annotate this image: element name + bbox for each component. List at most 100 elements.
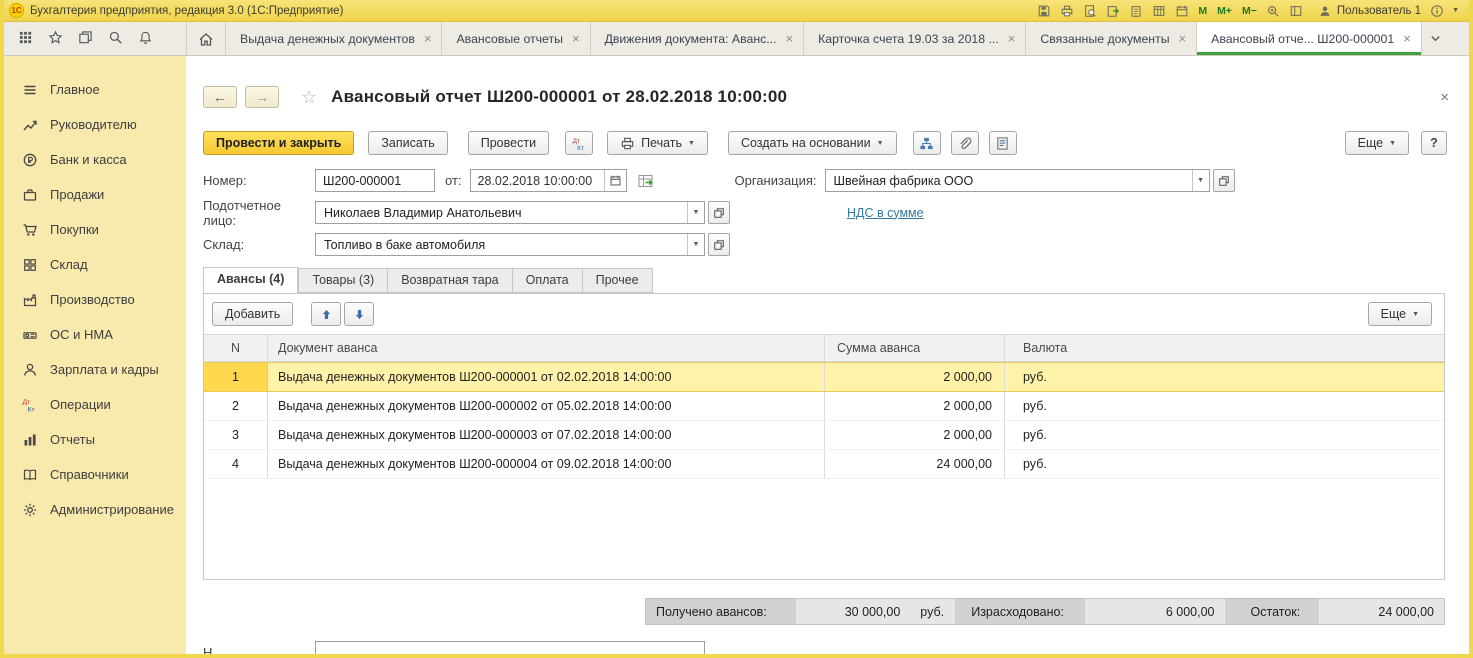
dt-kt-button[interactable]: Дт Кт [565, 131, 594, 155]
help-button[interactable]: ? [1421, 131, 1447, 155]
grid-more-button[interactable]: Еще ▼ [1367, 302, 1432, 326]
dropdown-caret-icon[interactable]: ▼ [1191, 170, 1209, 191]
memory-m-button[interactable]: М [1197, 5, 1208, 17]
panels-icon[interactable] [1289, 3, 1304, 18]
tab-account-card[interactable]: Карточка счета 19.03 за 2018 ... × [804, 22, 1027, 55]
send-icon[interactable] [1105, 3, 1120, 18]
preview-icon[interactable] [1082, 3, 1097, 18]
tabbar: Выдача денежных документов × Авансовые о… [4, 22, 1469, 56]
add-row-button[interactable]: Добавить [212, 302, 294, 326]
back-button[interactable]: ← [203, 86, 237, 108]
sidebar-item-main[interactable]: Главное [4, 72, 186, 107]
home-tab[interactable] [186, 22, 226, 55]
tab-close-icon[interactable]: × [424, 32, 432, 45]
column-header-currency[interactable]: Валюта [1005, 335, 1444, 361]
dropdown-caret-icon[interactable]: ▼ [687, 234, 704, 255]
more-button[interactable]: Еще ▼ [1344, 131, 1409, 155]
sidebar-item-label: Администрирование [50, 502, 174, 517]
apps-menu-icon[interactable] [18, 30, 33, 48]
column-header-amount[interactable]: Сумма аванса [825, 335, 1005, 361]
sidebar-item-warehouse[interactable]: Склад [4, 247, 186, 282]
organization-field[interactable]: Швейная фабрика ООО ▼ [824, 169, 1235, 192]
sidebar-item-operations[interactable]: Дт Кт Операции [4, 387, 186, 422]
tab-related-documents[interactable]: Связанные документы × [1026, 22, 1198, 55]
info-icon[interactable] [1429, 3, 1444, 18]
forward-button[interactable]: → [245, 86, 279, 108]
sidebar-item-references[interactable]: Справочники [4, 457, 186, 492]
sidebar-item-payroll-hr[interactable]: Зарплата и кадры [4, 352, 186, 387]
tab-advance-report-active[interactable]: Авансовый отче... Ш200-000001 × [1197, 22, 1422, 55]
tab-goods[interactable]: Товары (3) [298, 268, 388, 293]
sidebar-item-administration[interactable]: Администрирование [4, 492, 186, 527]
notifications-bell-icon[interactable] [138, 30, 153, 48]
tab-close-icon[interactable]: × [1179, 32, 1187, 45]
person-label: Подотчетное лицо: [203, 197, 281, 228]
tab-close-icon[interactable]: × [786, 32, 794, 45]
date-field[interactable]: 28.02.2018 10:00:00 [469, 169, 627, 192]
move-down-button[interactable] [344, 302, 375, 326]
print-button[interactable]: Печать ▼ [607, 131, 708, 155]
number-field[interactable]: Ш200-000001 [315, 169, 435, 192]
organization-label: Организация: [734, 173, 817, 188]
vat-in-amount-link[interactable]: НДС в сумме [847, 206, 924, 220]
write-button[interactable]: Записать [368, 131, 448, 155]
sidebar-item-fixed-assets[interactable]: ОС и НМА [4, 317, 186, 352]
sidebar-item-production[interactable]: Производство [4, 282, 186, 317]
tab-payment[interactable]: Оплата [511, 268, 582, 293]
column-header-document[interactable]: Документ аванса [268, 335, 825, 361]
warehouse-field[interactable]: Топливо в баке автомобиля ▼ [315, 233, 730, 256]
tab-list-chevron-icon[interactable] [1422, 22, 1449, 55]
reports-button[interactable] [988, 131, 1017, 155]
tab-close-icon[interactable]: × [1008, 32, 1016, 45]
close-form-icon[interactable]: × [1436, 89, 1453, 106]
open-button[interactable] [1212, 169, 1235, 192]
current-user[interactable]: Пользователь 1 [1318, 3, 1421, 18]
table-row[interactable]: 3 Выдача денежных документов Ш200-000003… [204, 421, 1444, 450]
tab-close-icon[interactable]: × [572, 32, 580, 45]
attachments-button[interactable] [950, 131, 979, 155]
sidebar-item-reports[interactable]: Отчеты [4, 422, 186, 457]
sidebar-item-sales[interactable]: Продажи [4, 177, 186, 212]
table-icon[interactable] [1151, 3, 1166, 18]
table-row[interactable]: 1 Выдача денежных документов Ш200-000001… [204, 362, 1444, 392]
tab-returnable-packaging[interactable]: Возвратная тара [387, 268, 512, 293]
tab-other[interactable]: Прочее [581, 268, 653, 293]
calendar-icon[interactable] [1174, 3, 1189, 18]
post-button[interactable]: Провести [467, 131, 550, 155]
memory-mplus-button[interactable]: М+ [1216, 5, 1233, 17]
sidebar-item-manager[interactable]: Руководителю [4, 107, 186, 142]
column-header-n[interactable]: N [204, 335, 268, 361]
post-and-close-button[interactable]: Провести и закрыть [203, 131, 355, 155]
open-file-icon[interactable] [1128, 3, 1143, 18]
calendar-picker-icon[interactable] [603, 170, 626, 191]
history-icon[interactable] [78, 30, 93, 48]
table-row[interactable]: 2 Выдача денежных документов Ш200-000002… [204, 392, 1444, 421]
tab-cash-documents[interactable]: Выдача денежных документов × [226, 22, 443, 55]
person-field[interactable]: Николаев Владимир Анатольевич ▼ [315, 201, 730, 224]
tab-advance-reports[interactable]: Авансовые отчеты × [442, 22, 591, 55]
zoom-icon[interactable] [1266, 3, 1281, 18]
favorites-star-icon[interactable] [48, 30, 63, 48]
sidebar-item-purchases[interactable]: Покупки [4, 212, 186, 247]
info-caret-icon[interactable]: ▼ [1452, 7, 1459, 14]
tab-advances[interactable]: Авансы (4) [203, 267, 299, 294]
move-up-button[interactable] [311, 302, 342, 326]
clipped-field-input[interactable] [315, 641, 705, 654]
factory-icon [23, 293, 37, 306]
search-icon[interactable] [108, 30, 123, 48]
ruble-coin-icon [23, 153, 37, 166]
dropdown-caret-icon[interactable]: ▼ [687, 202, 704, 223]
table-row[interactable]: 4 Выдача денежных документов Ш200-000004… [204, 450, 1444, 479]
memory-mminus-button[interactable]: М− [1241, 5, 1258, 17]
sidebar-item-bank-cash[interactable]: Банк и касса [4, 142, 186, 177]
open-button[interactable] [708, 233, 730, 256]
show-movements-icon[interactable] [637, 172, 655, 190]
save-icon[interactable] [1036, 3, 1051, 18]
create-on-base-button[interactable]: Создать на основании ▼ [727, 131, 897, 155]
structure-button[interactable] [912, 131, 941, 155]
tab-document-movements[interactable]: Движения документа: Аванс... × [591, 22, 805, 55]
favorite-star-icon[interactable]: ☆ [301, 87, 317, 108]
print-icon[interactable] [1059, 3, 1074, 18]
open-button[interactable] [708, 201, 730, 224]
tab-close-icon[interactable]: × [1403, 32, 1411, 45]
